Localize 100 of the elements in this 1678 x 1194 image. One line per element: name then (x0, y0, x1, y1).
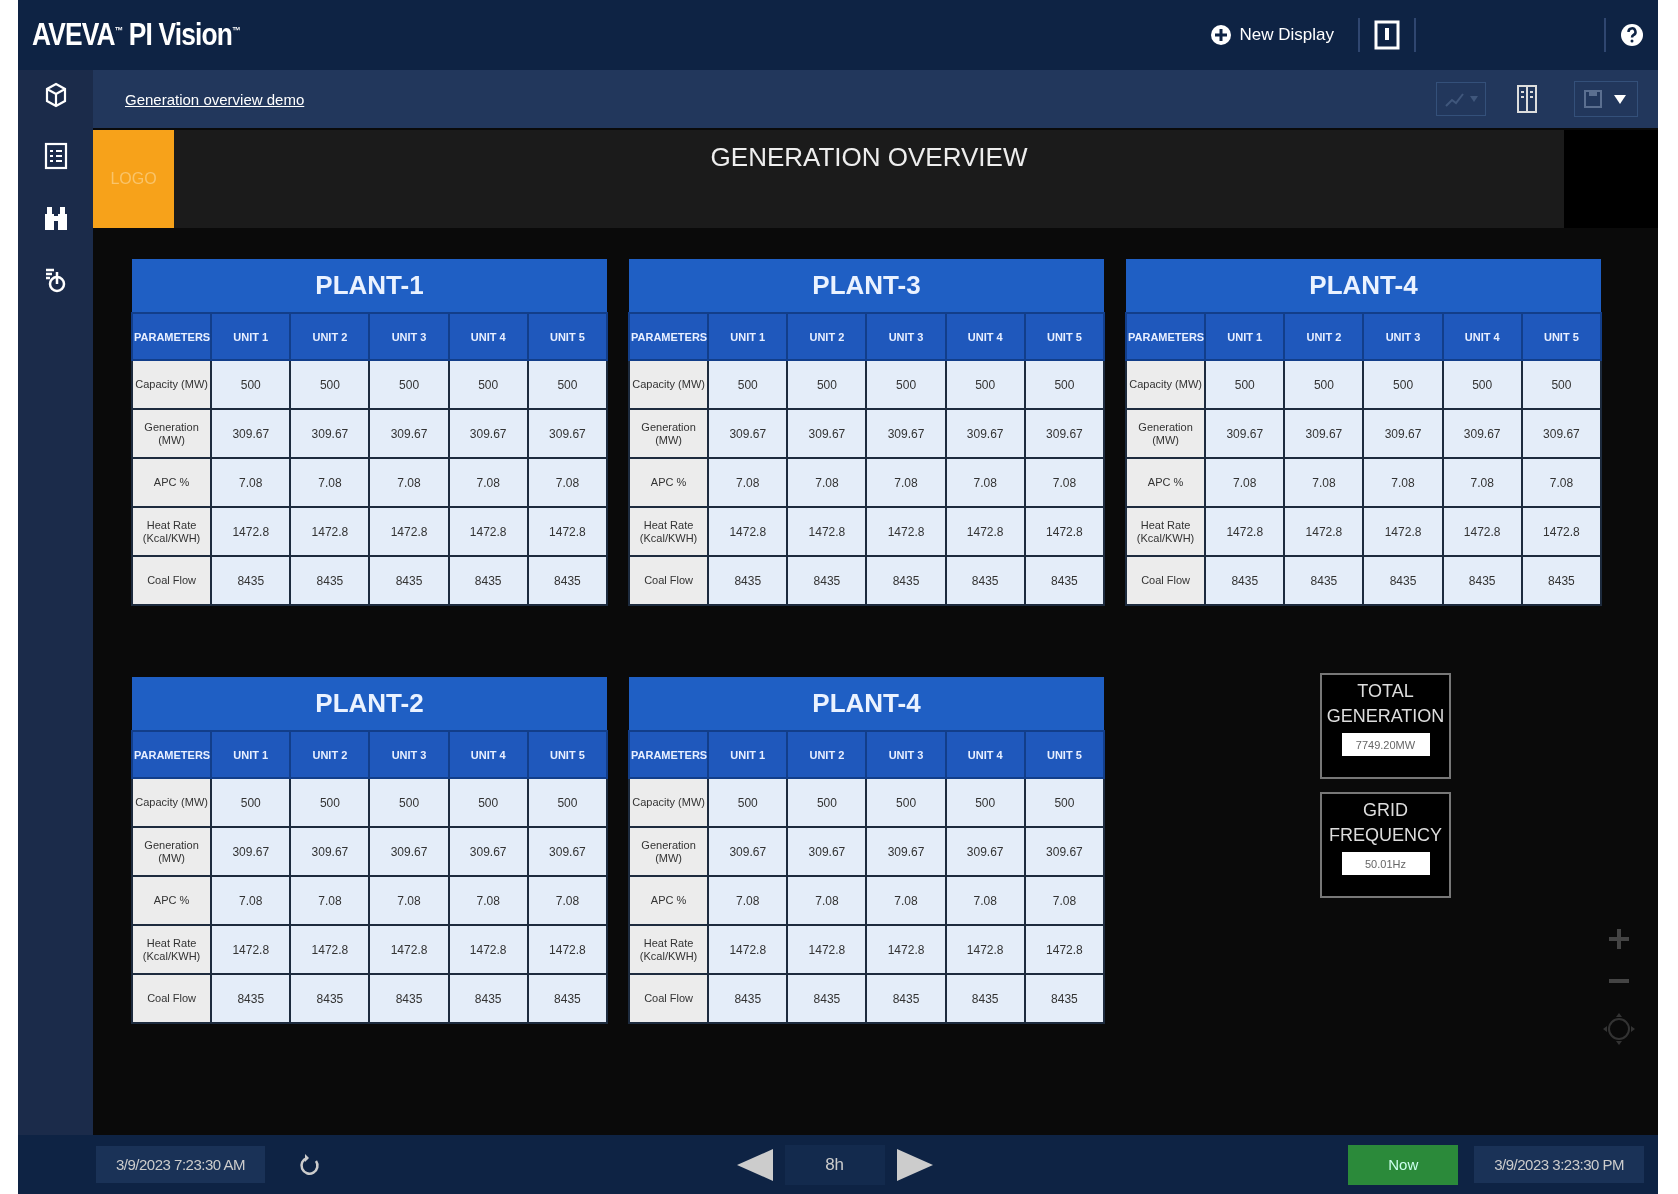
value-cell: 7.08 (787, 876, 867, 925)
parameter-cell: Capacity (MW) (132, 778, 212, 827)
column-header: UNIT 5 (1024, 731, 1104, 778)
display-icon[interactable] (1374, 20, 1400, 50)
column-header: UNIT 4 (448, 313, 528, 360)
value-cell: 8435 (290, 974, 370, 1023)
display-name-link[interactable]: Generation overview demo (125, 90, 305, 108)
parameter-cell: Coal Flow (629, 556, 709, 605)
value-cell: 8435 (1284, 556, 1364, 605)
value-cell: 309.67 (211, 409, 291, 458)
parameter-cell: Heat Rate (Kcal/KWH) (132, 925, 212, 974)
now-button[interactable]: Now (1348, 1144, 1459, 1185)
value-cell: 500 (527, 360, 607, 409)
value-cell: 500 (787, 360, 867, 409)
value-cell: 309.67 (945, 827, 1025, 876)
parameter-cell: Heat Rate (Kcal/KWH) (1126, 507, 1206, 556)
column-header: UNIT 5 (527, 313, 607, 360)
parameter-cell: Capacity (MW) (132, 360, 212, 409)
value-cell: 1472.8 (1205, 507, 1285, 556)
value-cell: 309.67 (290, 409, 370, 458)
value-cell: 7.08 (211, 458, 291, 507)
value-cell: 309.67 (708, 409, 788, 458)
new-display-button[interactable]: New Display (1199, 24, 1344, 46)
value-cell: 309.67 (787, 827, 867, 876)
plant-title: PLANT-3 (629, 259, 1104, 313)
value-cell: 309.67 (448, 827, 528, 876)
value-cell: 1472.8 (945, 507, 1025, 556)
column-header: UNIT 3 (866, 731, 946, 778)
parameter-cell: Heat Rate (Kcal/KWH) (629, 507, 709, 556)
value-cell: 500 (866, 778, 946, 827)
column-header: UNIT 1 (211, 313, 291, 360)
column-header: UNIT 3 (1363, 313, 1443, 360)
cube-icon[interactable] (43, 82, 68, 108)
value-cell: 500 (369, 778, 449, 827)
save-button[interactable] (1574, 81, 1638, 117)
column-header: UNIT 4 (945, 313, 1025, 360)
parameter-cell: APC % (1126, 458, 1206, 507)
columns-icon[interactable] (1516, 84, 1538, 114)
value-cell: 8435 (527, 974, 607, 1023)
value-cell: 7.08 (708, 876, 788, 925)
value-cell: 7.08 (708, 458, 788, 507)
parameter-cell: Coal Flow (629, 974, 709, 1023)
value-cell: 500 (290, 360, 370, 409)
column-header: UNIT 5 (1024, 313, 1104, 360)
value-cell: 7.08 (527, 876, 607, 925)
help-icon[interactable] (1620, 23, 1644, 47)
value-cell: 500 (1205, 360, 1285, 409)
value-cell: 7.08 (1024, 458, 1104, 507)
parameter-cell: APC % (132, 458, 212, 507)
value-cell: 309.67 (369, 409, 449, 458)
value-cell: 8435 (1024, 556, 1104, 605)
summary-value: 7749.20MW (1341, 733, 1430, 756)
parameter-cell: APC % (629, 876, 709, 925)
column-header: UNIT 2 (787, 313, 867, 360)
value-cell: 7.08 (1024, 876, 1104, 925)
value-cell: 500 (1363, 360, 1443, 409)
value-cell: 309.67 (1363, 409, 1443, 458)
value-cell: 7.08 (1442, 458, 1522, 507)
column-header: UNIT 3 (369, 313, 449, 360)
value-cell: 8435 (1205, 556, 1285, 605)
display-title: GENERATION OVERVIEW (174, 130, 1564, 228)
refresh-icon[interactable] (298, 1152, 321, 1177)
value-cell: 8435 (708, 974, 788, 1023)
value-cell: 500 (1442, 360, 1522, 409)
column-header: UNIT 1 (211, 731, 291, 778)
value-cell: 309.67 (527, 827, 607, 876)
value-cell: 500 (1024, 360, 1104, 409)
column-header: UNIT 2 (787, 731, 867, 778)
value-cell: 7.08 (1521, 458, 1601, 507)
value-cell: 7.08 (527, 458, 607, 507)
parameter-cell: Generation (MW) (1126, 409, 1206, 458)
column-header: UNIT 4 (1442, 313, 1522, 360)
value-cell: 309.67 (787, 409, 867, 458)
value-cell: 7.08 (369, 458, 449, 507)
value-cell: 7.08 (1284, 458, 1364, 507)
column-header: PARAMETERS (132, 313, 212, 360)
value-cell: 309.67 (369, 827, 449, 876)
column-header: UNIT 4 (448, 731, 528, 778)
value-cell: 1472.8 (211, 507, 291, 556)
value-cell: 8435 (945, 974, 1025, 1023)
value-cell: 500 (1284, 360, 1364, 409)
value-cell: 8435 (708, 556, 788, 605)
value-cell: 8435 (369, 556, 449, 605)
value-cell: 8435 (369, 974, 449, 1023)
value-cell: 309.67 (1442, 409, 1522, 458)
value-cell: 309.67 (1024, 827, 1104, 876)
binoculars-icon[interactable] (42, 204, 69, 232)
value-cell: 1472.8 (866, 507, 946, 556)
parameter-cell: APC % (132, 876, 212, 925)
next-icon[interactable] (896, 1148, 933, 1181)
list-icon[interactable] (43, 142, 68, 170)
end-time[interactable]: 3/9/2023 3:23:30 PM (1474, 1146, 1644, 1183)
duration-field[interactable]: 8h (784, 1144, 885, 1185)
value-cell: 1472.8 (290, 925, 370, 974)
value-cell: 8435 (787, 556, 867, 605)
previous-icon[interactable] (736, 1148, 773, 1181)
value-cell: 8435 (211, 974, 291, 1023)
start-time[interactable]: 3/9/2023 7:23:30 AM (96, 1146, 265, 1183)
parameter-cell: Heat Rate (Kcal/KWH) (132, 507, 212, 556)
column-header: UNIT 1 (1205, 313, 1285, 360)
